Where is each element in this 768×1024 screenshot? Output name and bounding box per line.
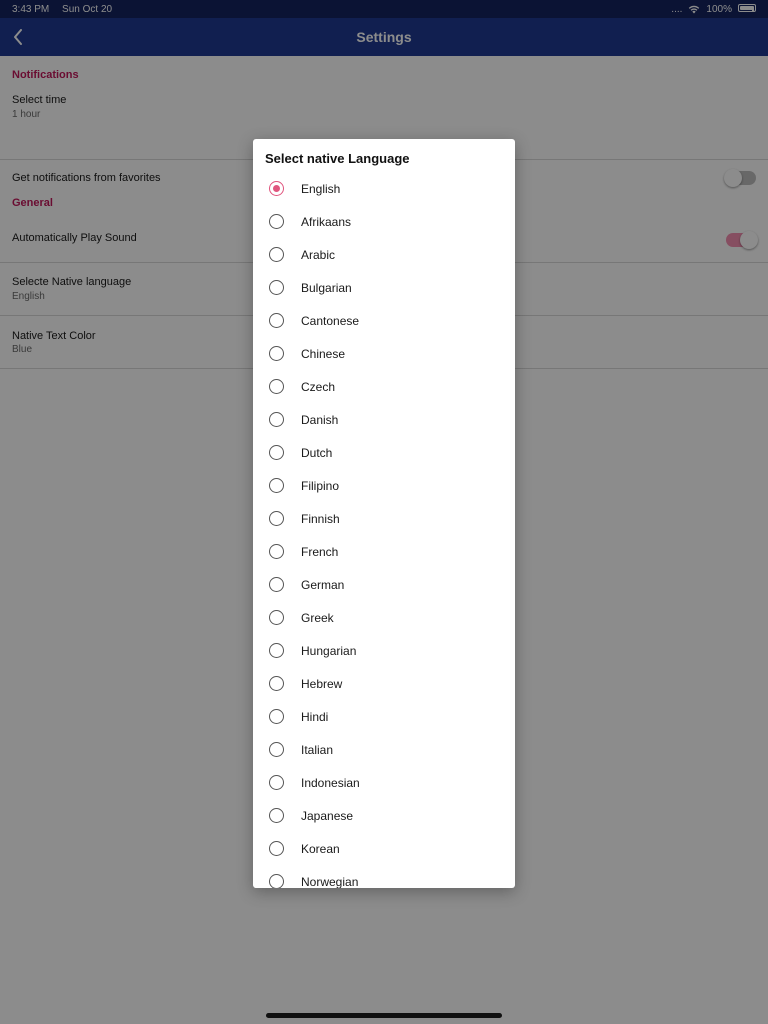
home-indicator <box>266 1013 502 1018</box>
language-option-label: Arabic <box>301 247 336 262</box>
language-option[interactable]: English <box>253 172 515 205</box>
language-option[interactable]: Italian <box>253 733 515 766</box>
language-option[interactable]: Korean <box>253 832 515 865</box>
language-option-label: German <box>301 577 345 592</box>
language-dialog: Select native Language English Afrikaans A… <box>253 139 515 888</box>
language-option[interactable]: Dutch <box>253 436 515 469</box>
language-option-label: Dutch <box>301 445 333 460</box>
language-option[interactable]: Filipino <box>253 469 515 502</box>
radio-button[interactable] <box>269 742 284 757</box>
language-option[interactable]: German <box>253 568 515 601</box>
language-option[interactable]: Hebrew <box>253 667 515 700</box>
radio-button[interactable] <box>269 346 284 361</box>
language-option-label: French <box>301 544 339 559</box>
radio-button[interactable] <box>269 247 284 262</box>
language-option[interactable]: Indonesian <box>253 766 515 799</box>
radio-button[interactable] <box>269 445 284 460</box>
language-option[interactable]: Hungarian <box>253 634 515 667</box>
language-option-label: Greek <box>301 610 334 625</box>
radio-button[interactable] <box>269 280 284 295</box>
language-option[interactable]: Norwegian <box>253 865 515 888</box>
radio-button[interactable] <box>269 181 284 196</box>
language-option-label: Cantonese <box>301 313 360 328</box>
radio-button[interactable] <box>269 808 284 823</box>
radio-button[interactable] <box>269 511 284 526</box>
language-option[interactable]: Bulgarian <box>253 271 515 304</box>
language-option-label: Bulgarian <box>301 280 352 295</box>
language-option[interactable]: Japanese <box>253 799 515 832</box>
language-option-label: Indonesian <box>301 775 360 790</box>
radio-button[interactable] <box>269 577 284 592</box>
language-option-label: Norwegian <box>301 874 359 889</box>
language-option-label: Afrikaans <box>301 214 352 229</box>
language-option[interactable]: Finnish <box>253 502 515 535</box>
language-option[interactable]: Czech <box>253 370 515 403</box>
language-option[interactable]: Cantonese <box>253 304 515 337</box>
radio-button[interactable] <box>269 643 284 658</box>
language-option-label: Hungarian <box>301 643 357 658</box>
language-options: English Afrikaans Arabic Bulgarian Cantonese… <box>253 172 515 888</box>
language-option-label: Italian <box>301 742 334 757</box>
radio-button[interactable] <box>269 379 284 394</box>
radio-button[interactable] <box>269 214 284 229</box>
radio-button[interactable] <box>269 775 284 790</box>
language-option[interactable]: Afrikaans <box>253 205 515 238</box>
language-option[interactable]: Greek <box>253 601 515 634</box>
language-option-label: Japanese <box>301 808 354 823</box>
language-option[interactable]: Danish <box>253 403 515 436</box>
radio-button[interactable] <box>269 874 284 888</box>
radio-button[interactable] <box>269 412 284 427</box>
language-option[interactable]: French <box>253 535 515 568</box>
language-option-label: Filipino <box>301 478 340 493</box>
language-option-label: Finnish <box>301 511 340 526</box>
radio-button[interactable] <box>269 478 284 493</box>
radio-button[interactable] <box>269 709 284 724</box>
radio-button[interactable] <box>269 676 284 691</box>
language-option-label: Czech <box>301 379 336 394</box>
radio-button[interactable] <box>269 841 284 856</box>
language-option[interactable]: Arabic <box>253 238 515 271</box>
language-option-label: English <box>301 181 341 196</box>
dialog-title: Select native Language <box>265 151 410 166</box>
language-option[interactable]: Chinese <box>253 337 515 370</box>
language-option-label: Hebrew <box>301 676 343 691</box>
radio-button[interactable] <box>269 544 284 559</box>
radio-button[interactable] <box>269 313 284 328</box>
language-option-label: Hindi <box>301 709 329 724</box>
language-option-label: Korean <box>301 841 340 856</box>
language-option-label: Chinese <box>301 346 346 361</box>
language-option-label: Danish <box>301 412 339 427</box>
radio-button[interactable] <box>269 610 284 625</box>
language-option[interactable]: Hindi <box>253 700 515 733</box>
